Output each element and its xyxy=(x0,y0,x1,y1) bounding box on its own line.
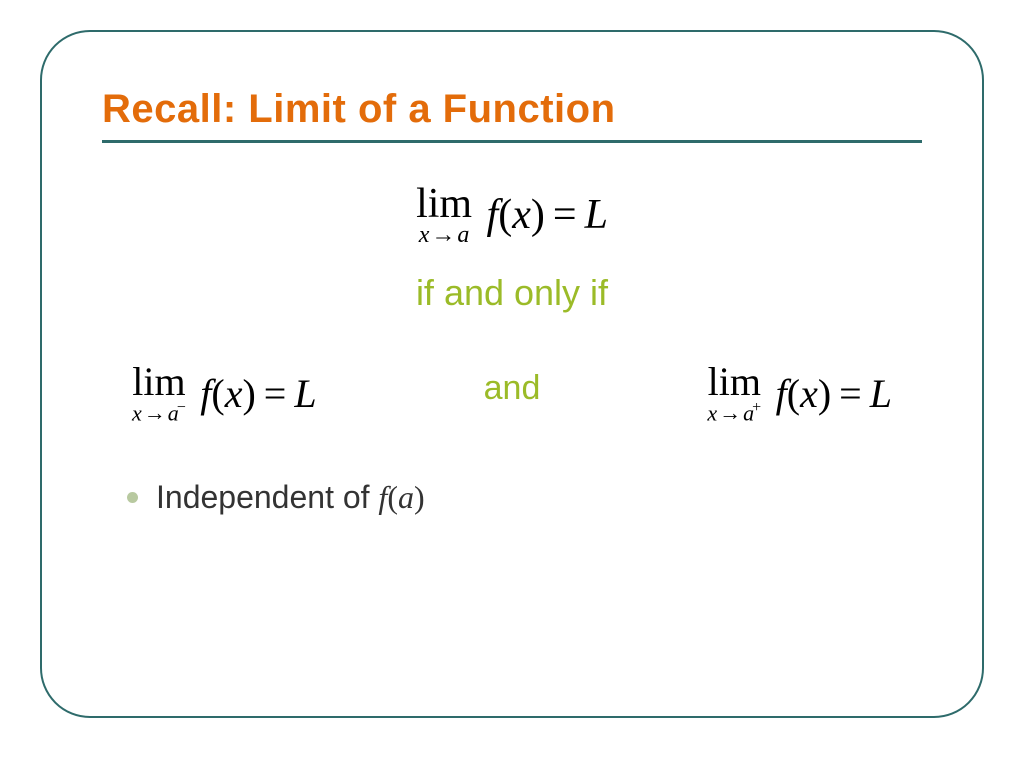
limit-operator-right: lim x→a+ xyxy=(707,362,761,424)
slide-content: Recall: Limit of a Function lim x→a f(x)… xyxy=(42,32,982,556)
title-underline xyxy=(102,140,922,143)
lim-subscript: x→a xyxy=(416,223,472,247)
function-expression-right: f(x)=L xyxy=(776,370,892,417)
iff-connector: if and only if xyxy=(102,272,922,314)
function-expression-left: f(x)=L xyxy=(200,370,316,417)
lim-subscript-left: x→a− xyxy=(132,400,186,424)
lim-subscript-right: x→a+ xyxy=(707,400,761,424)
bullet-text: Independent of f(a) xyxy=(156,479,425,516)
slide-title: Recall: Limit of a Function xyxy=(102,87,922,132)
lim-text: lim xyxy=(416,183,472,225)
bullet-icon xyxy=(127,492,138,503)
and-connector: and xyxy=(464,369,561,408)
slide-frame: Recall: Limit of a Function lim x→a f(x)… xyxy=(40,30,984,718)
equation-right-limit: lim x→a+ f(x)=L xyxy=(707,362,892,424)
equation-left-limit: lim x→a− f(x)=L xyxy=(132,362,317,424)
function-expression: f(x)=L xyxy=(487,191,608,239)
bullet-item: Independent of f(a) xyxy=(102,479,922,516)
equation-main: lim x→a f(x)=L xyxy=(102,183,922,247)
equation-row: lim x→a− f(x)=L and lim x→a+ xyxy=(102,362,922,424)
limit-operator: lim x→a xyxy=(416,183,472,247)
limit-operator-left: lim x→a− xyxy=(132,362,186,424)
